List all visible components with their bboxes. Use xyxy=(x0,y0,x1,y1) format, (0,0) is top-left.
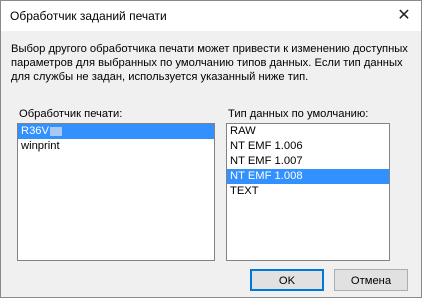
cancel-button[interactable]: Отмена xyxy=(334,269,408,291)
datatype-item-emf-1006[interactable]: NT EMF 1.006 xyxy=(227,139,389,154)
datatype-item-emf-1008[interactable]: NT EMF 1.008 xyxy=(227,169,389,184)
datatype-item-text[interactable]: TEXT xyxy=(227,184,389,199)
processor-list-label: Обработчик печати: xyxy=(19,108,123,120)
dialog-description: Выбор другого обработчика печати может п… xyxy=(11,43,408,83)
ok-button[interactable]: OK xyxy=(250,269,324,291)
processor-item-winprint[interactable]: winprint xyxy=(18,139,214,154)
redacted-text xyxy=(50,126,62,136)
dialog-title: Обработчик заданий печати xyxy=(10,9,167,23)
datatype-listbox[interactable]: RAW NT EMF 1.006 NT EMF 1.007 NT EMF 1.0… xyxy=(226,123,390,261)
processor-listbox[interactable]: R36V winprint xyxy=(17,123,215,261)
datatype-item-raw[interactable]: RAW xyxy=(227,124,389,139)
print-processor-dialog: Обработчик заданий печати ✕ Выбор другог… xyxy=(0,0,422,298)
title-bar: Обработчик заданий печати ✕ xyxy=(1,1,421,31)
processor-item-r36v[interactable]: R36V xyxy=(18,124,214,139)
close-icon[interactable]: ✕ xyxy=(393,5,415,27)
datatype-list-label: Тип данных по умолчанию: xyxy=(228,108,369,120)
datatype-item-emf-1007[interactable]: NT EMF 1.007 xyxy=(227,154,389,169)
